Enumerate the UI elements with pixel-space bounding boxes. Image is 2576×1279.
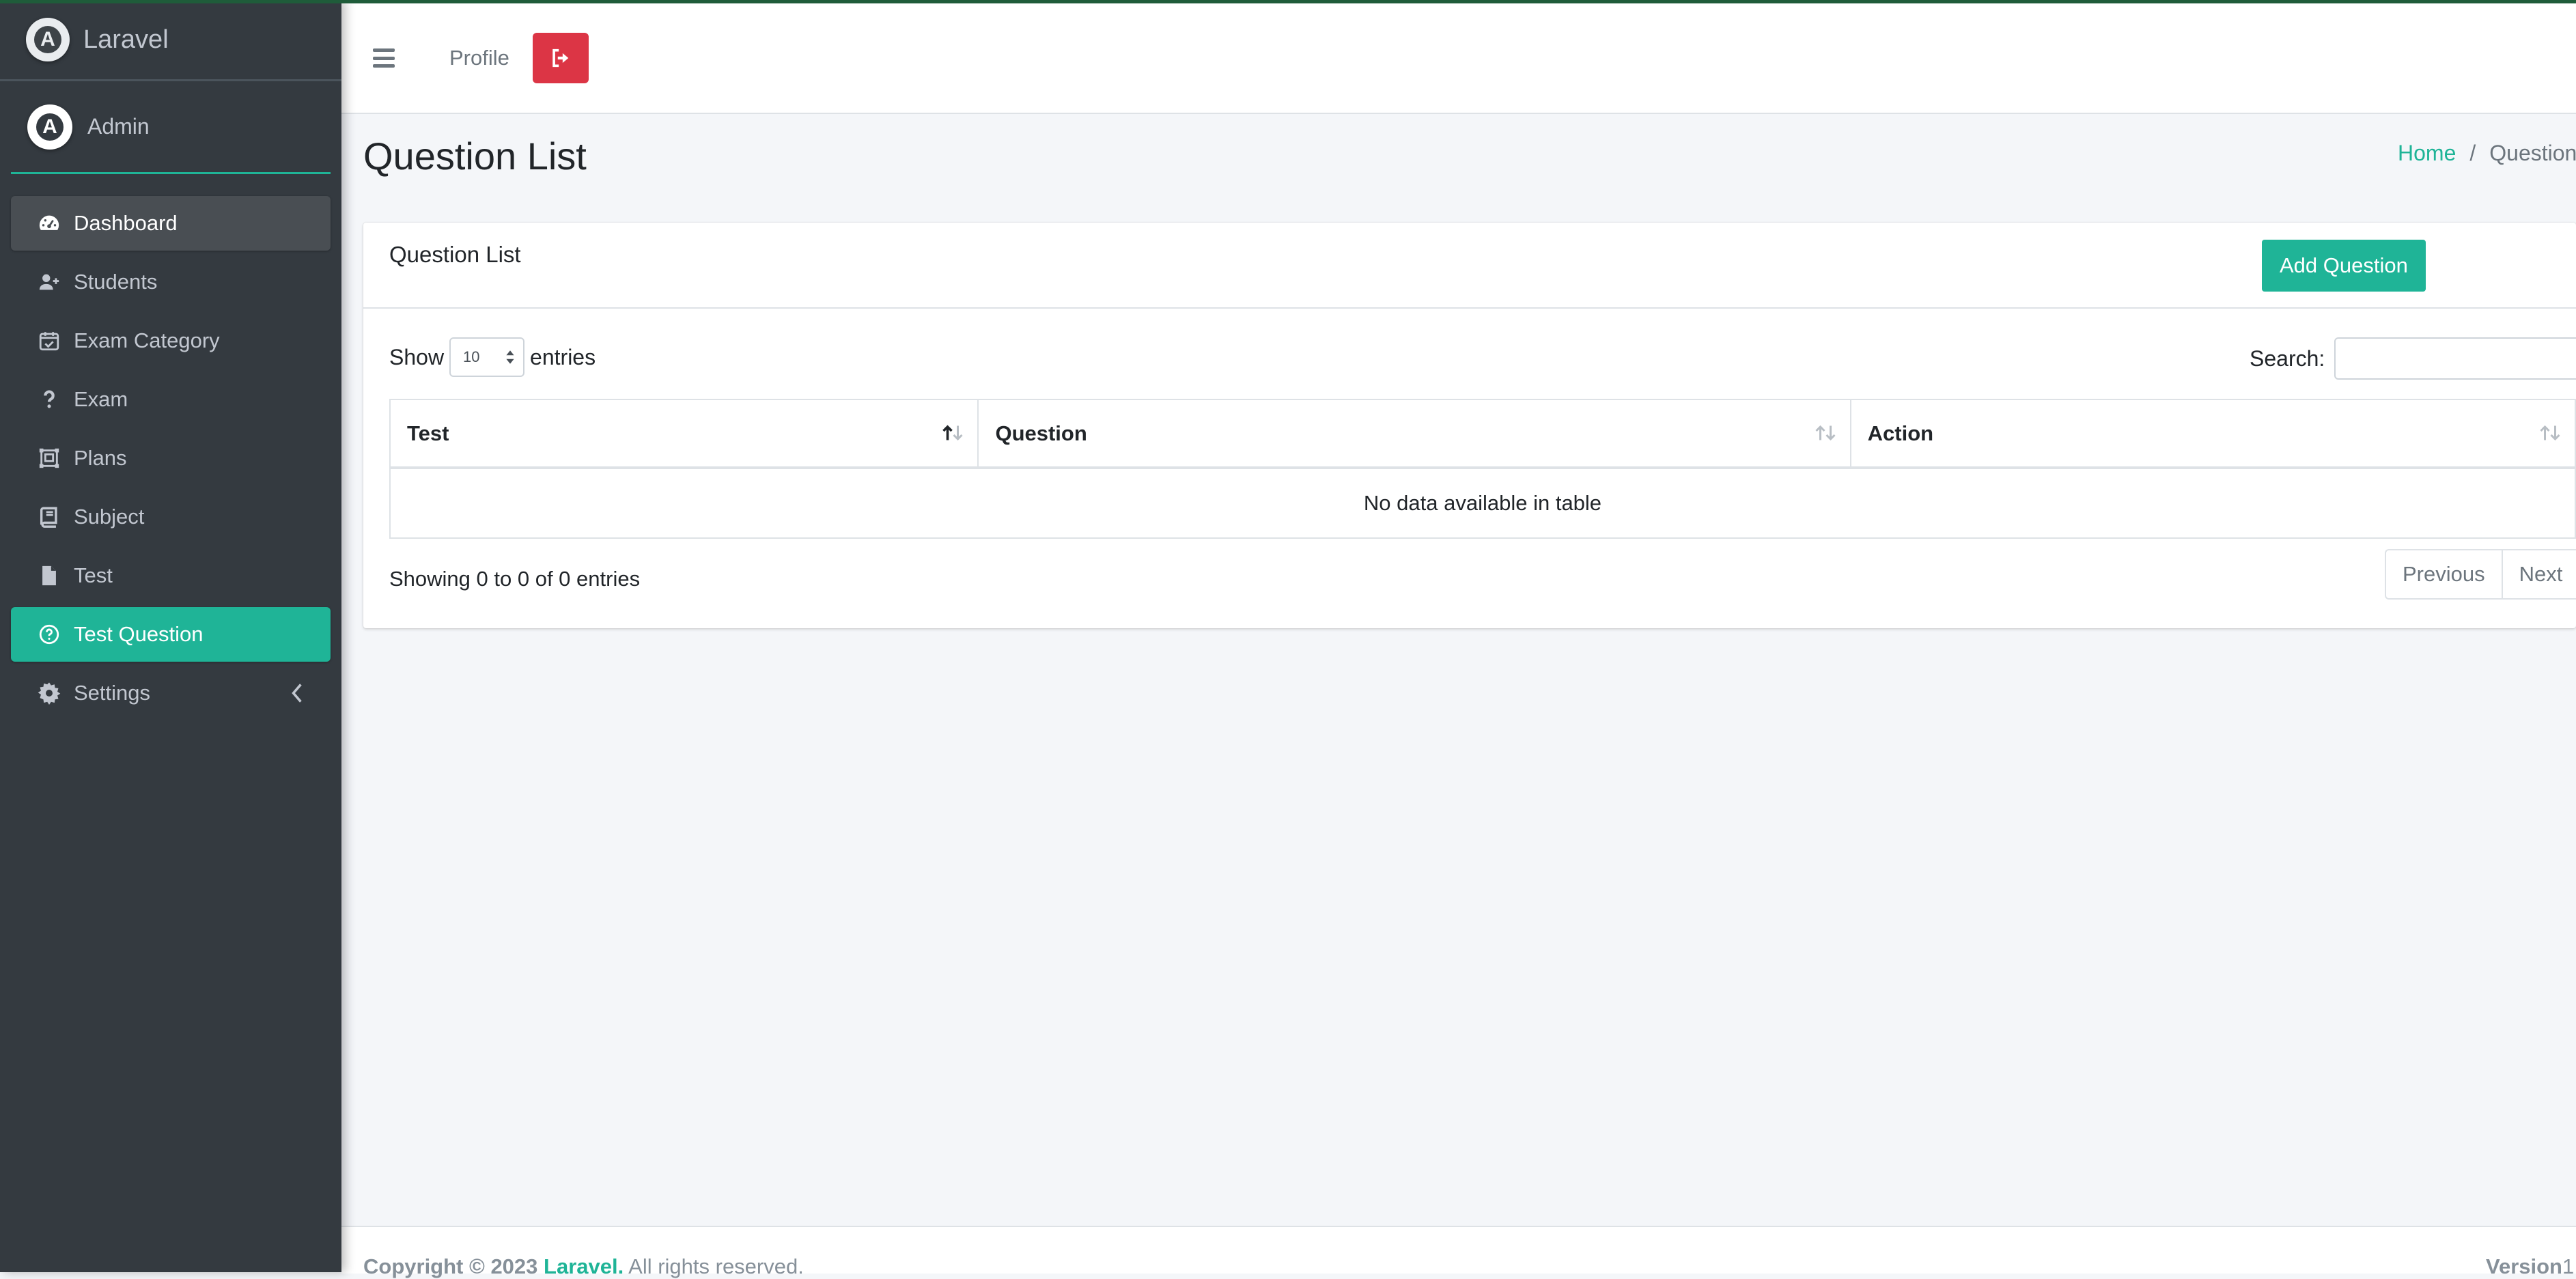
- table-info: Showing 0 to 0 of 0 entries: [389, 567, 641, 591]
- object-ungroup-icon: [37, 446, 61, 470]
- table-search: Search:: [2250, 337, 2576, 380]
- sidebar-item-exam[interactable]: Exam: [11, 372, 331, 427]
- tachometer-icon: [37, 211, 61, 236]
- search-input[interactable]: [2334, 337, 2576, 380]
- column-label: Action: [1867, 421, 1934, 445]
- question-circle-icon: [37, 622, 61, 647]
- sidebar-item-label: Subject: [74, 505, 145, 529]
- sign-out-icon: [552, 48, 569, 68]
- column-header-question[interactable]: Question: [977, 399, 1851, 469]
- table-row: No data available in table: [389, 467, 2576, 539]
- length-value: 10: [463, 348, 480, 365]
- sidebar-item-dashboard[interactable]: Dashboard: [11, 196, 331, 251]
- breadcrumb-separator: /: [2469, 141, 2476, 165]
- sidebar-item-label: Test Question: [74, 622, 204, 646]
- question-list-card: Question List Add Question Show 10 entri…: [363, 223, 2576, 628]
- column-header-action[interactable]: Action: [1849, 399, 2576, 469]
- profile-link[interactable]: Profile: [449, 46, 509, 70]
- table-header-row: Test Question Action: [389, 399, 2576, 469]
- column-label: Question: [995, 421, 1087, 445]
- column-header-test[interactable]: Test: [389, 399, 979, 469]
- sort-icon: [2540, 425, 2560, 441]
- sidebar-item-label: Settings: [74, 681, 151, 705]
- sidebar-item-students[interactable]: Students: [11, 255, 331, 309]
- sidebar: A Laravel A Admin Dashboard Students Exa…: [0, 0, 341, 1272]
- sidebar-item-subject[interactable]: Subject: [11, 490, 331, 544]
- sidebar-item-plans[interactable]: Plans: [11, 431, 331, 486]
- sidebar-item-label: Plans: [74, 446, 127, 470]
- sidebar-item-label: Students: [74, 270, 158, 294]
- sidebar-item-label: Dashboard: [74, 211, 178, 235]
- user-name: Admin: [87, 114, 150, 139]
- hamburger-menu-icon[interactable]: [373, 48, 395, 68]
- user-avatar-icon: A: [27, 104, 72, 150]
- brand-text: Laravel: [83, 25, 169, 54]
- user-plus-icon: [37, 270, 61, 294]
- next-page-button[interactable]: Next: [2502, 549, 2576, 600]
- copyright-text: Copyright © 2023: [363, 1254, 538, 1278]
- brand-link[interactable]: A Laravel: [0, 0, 341, 81]
- previous-page-button[interactable]: Previous: [2385, 549, 2503, 600]
- user-panel[interactable]: A Admin: [11, 81, 331, 174]
- breadcrumb-current: Question L: [2489, 141, 2576, 165]
- rights-text: All rights reserved.: [628, 1254, 804, 1278]
- breadcrumb: Home / Question L: [2398, 141, 2576, 166]
- column-label: Test: [407, 421, 449, 445]
- gear-icon: [37, 681, 61, 705]
- footer-copyright: Copyright © 2023 Laravel. All rights res…: [363, 1254, 804, 1279]
- sidebar-item-label: Test: [74, 563, 113, 587]
- card-title: Question List: [389, 242, 521, 267]
- empty-table-message: No data available in table: [389, 467, 2576, 539]
- pagination: Previous Next: [2385, 549, 2576, 600]
- sidebar-item-label: Exam: [74, 387, 128, 411]
- question-table: Test Question Action No data available i…: [389, 399, 2576, 539]
- version-label: Version: [2486, 1254, 2562, 1278]
- sidebar-item-exam-category[interactable]: Exam Category: [11, 313, 331, 368]
- search-label: Search:: [2250, 346, 2325, 371]
- chevron-left-icon: [287, 681, 307, 711]
- sidebar-nav: Dashboard Students Exam Category Exam Pl…: [0, 174, 341, 720]
- calendar-check-icon: [37, 328, 61, 353]
- add-question-button[interactable]: Add Question: [2262, 240, 2426, 292]
- footer-version: Version1.0: [2486, 1254, 2576, 1279]
- length-prefix: Show: [389, 344, 445, 369]
- sort-ascending-icon: [942, 425, 964, 441]
- brand-logo-icon: A: [26, 18, 70, 61]
- logout-button[interactable]: [532, 33, 589, 83]
- entries-length-control: Show 10 entries: [389, 337, 596, 377]
- sidebar-item-settings[interactable]: Settings: [11, 666, 331, 720]
- length-suffix: entries: [530, 344, 596, 369]
- sort-icon: [1815, 425, 1836, 441]
- file-icon: [37, 563, 61, 588]
- breadcrumb-home[interactable]: Home: [2398, 141, 2456, 165]
- entries-length-select[interactable]: 10: [449, 337, 525, 377]
- footer: Copyright © 2023 Laravel. All rights res…: [341, 1226, 2576, 1278]
- question-mark-icon: [37, 387, 61, 412]
- sidebar-item-test[interactable]: Test: [11, 548, 331, 603]
- version-value: 1.0: [2562, 1254, 2576, 1278]
- copyright-link[interactable]: Laravel.: [544, 1254, 624, 1278]
- book-icon: [37, 505, 61, 529]
- card-header: Question List Add Question: [363, 223, 2576, 309]
- page-title: Question List: [363, 135, 587, 178]
- sidebar-item-label: Exam Category: [74, 328, 220, 352]
- top-accent-line: [0, 0, 2576, 3]
- sort-updown-icon: [506, 350, 514, 364]
- top-navbar: Profile: [341, 3, 2576, 114]
- sidebar-item-test-question[interactable]: Test Question: [11, 607, 331, 662]
